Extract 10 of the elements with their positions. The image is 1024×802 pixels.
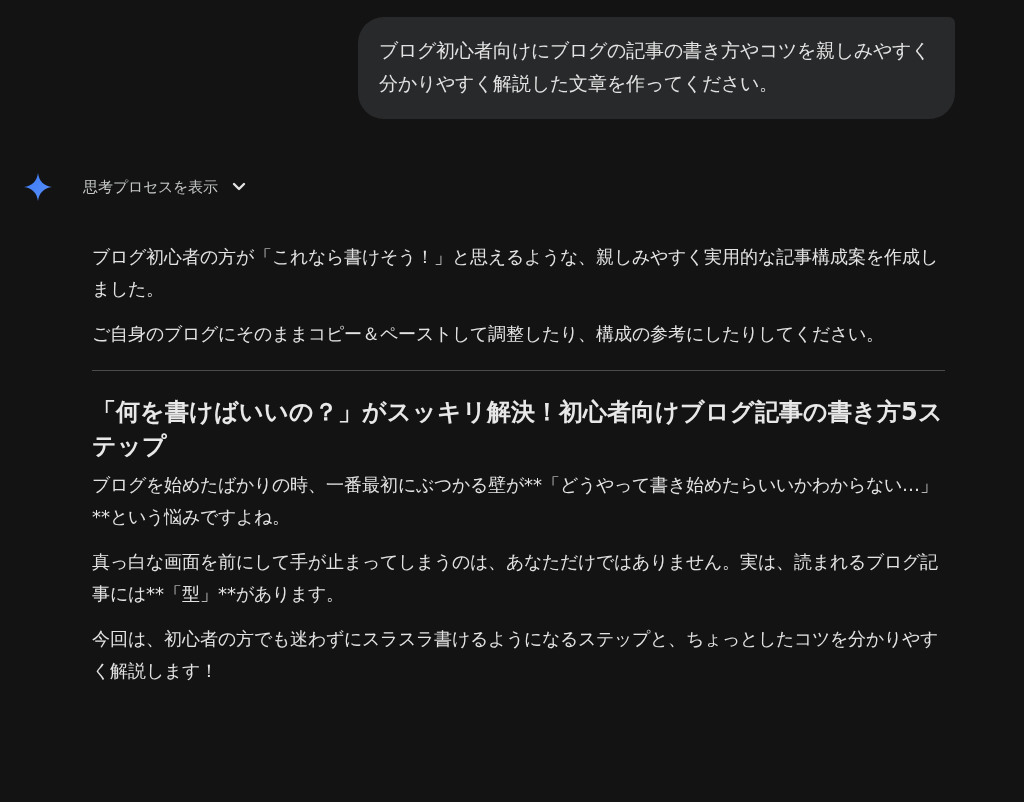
sparkle-icon bbox=[24, 173, 52, 201]
response-paragraph: ブログ初心者の方が「これなら書けそう！」と思えるような、親しみやすく実用的な記事構成案を作成しました。 bbox=[92, 245, 939, 301]
response-paragraph: 真っ白な画面を前にして手が止まってしまうのは、あなただけではありません。実は、読まれるブログ記事には**「型」**があります。 bbox=[92, 550, 939, 606]
user-message: ブログ初心者向けにブログの記事の書き方やコツを親しみやすく分かりやすく解説した文章を作ってください。 bbox=[358, 17, 955, 119]
response-paragraph: ブログを始めたばかりの時、一番最初にぶつかる壁が**「どうやって書き始めたらいいかわからない…」**という悩みですよね。 bbox=[92, 473, 939, 529]
thinking-toggle[interactable]: 思考プロセスを表示 bbox=[83, 177, 246, 197]
response-paragraph: ご自身のブログにそのままコピー＆ペーストして調整したり、構成の参考にしたりしてください。 bbox=[92, 322, 885, 346]
section-heading: 「何を書けばいいの？」がスッキリ解決！初心者向けブログ記事の書き方5ステップ bbox=[92, 397, 944, 462]
response-paragraph: 今回は、初心者の方でも迷わずにスラスラ書けるようになるステップと、ちょっとしたコツを分かりやすく解説します！ bbox=[92, 627, 939, 683]
chevron-icon bbox=[232, 182, 246, 192]
